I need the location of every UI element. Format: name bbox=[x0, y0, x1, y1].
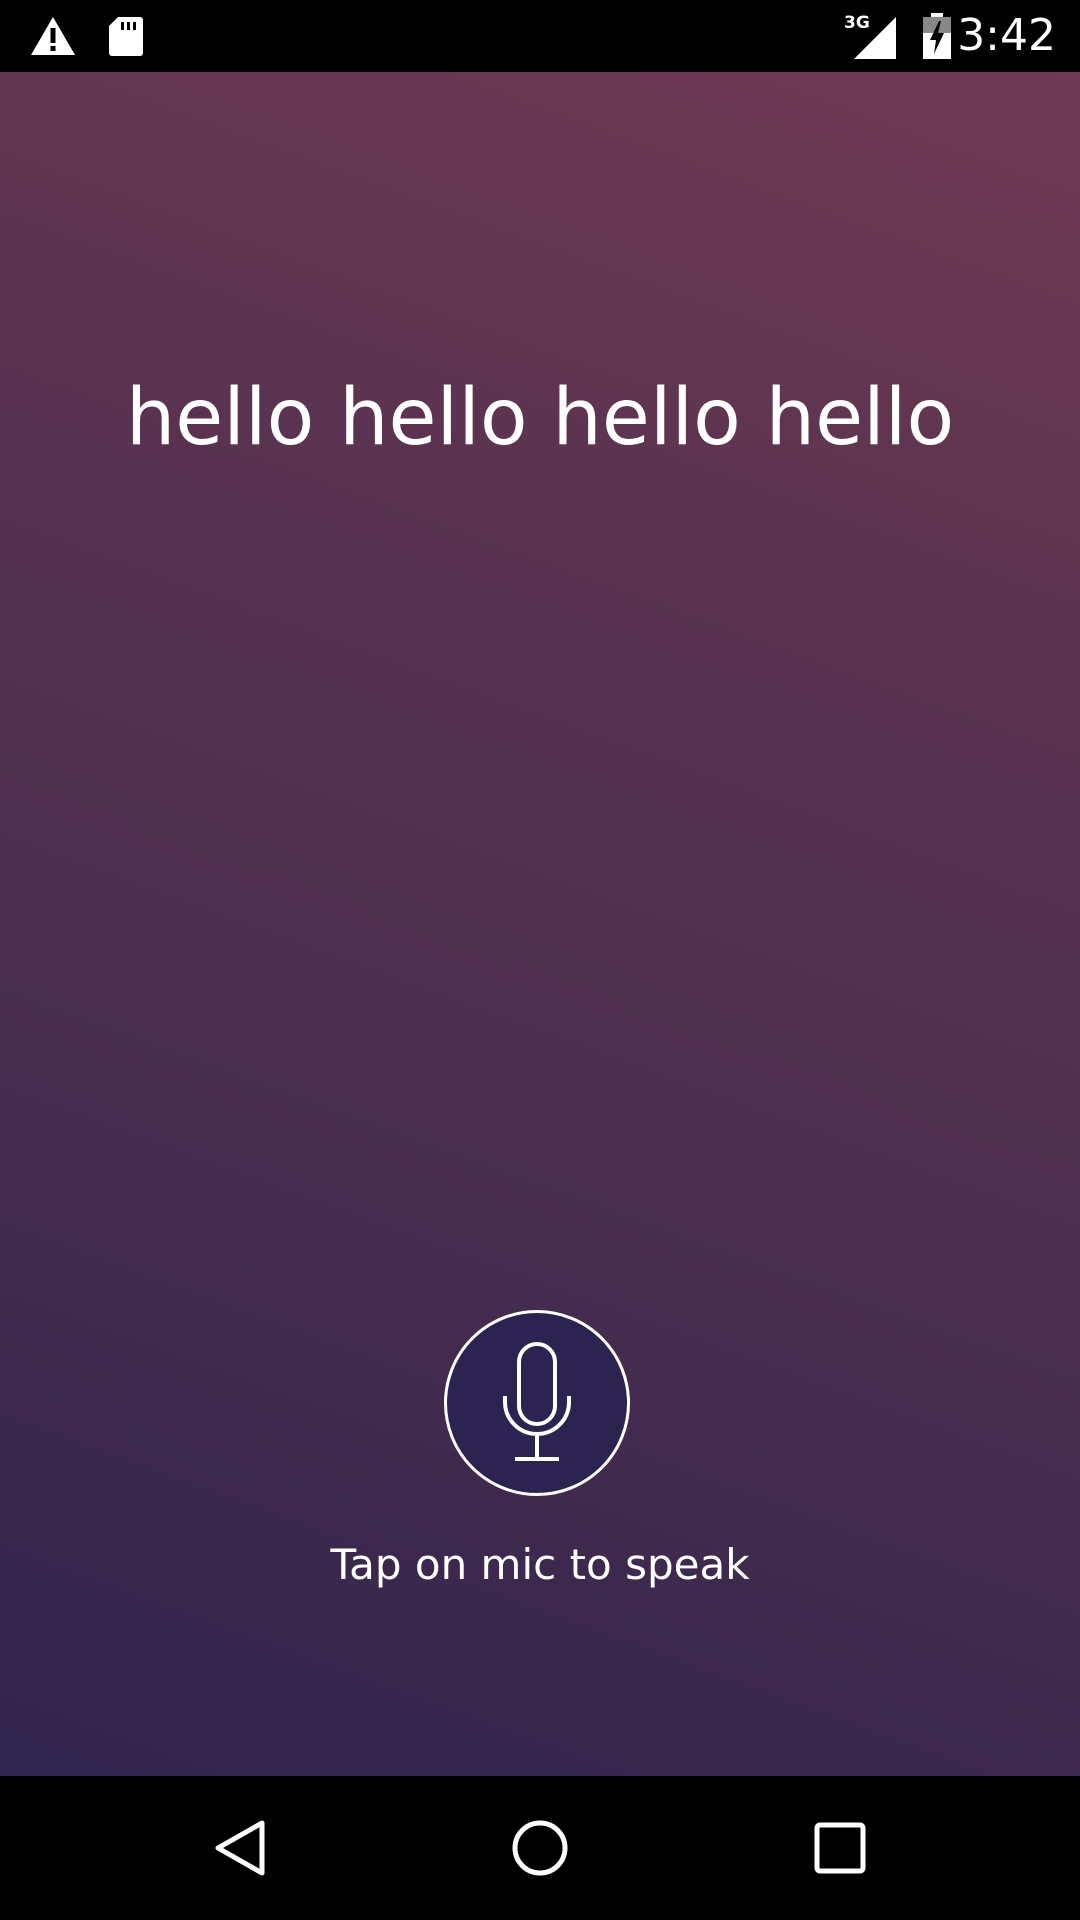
back-icon bbox=[212, 1818, 268, 1878]
microphone-icon bbox=[497, 1338, 577, 1468]
navigation-bar bbox=[0, 1776, 1080, 1920]
home-button[interactable] bbox=[470, 1776, 610, 1920]
status-time: 3:42 bbox=[957, 10, 1056, 61]
back-button[interactable] bbox=[170, 1776, 310, 1920]
voice-main-area: hello hello hello hello Tap on mic to sp… bbox=[0, 72, 1080, 1776]
transcript-text: hello hello hello hello bbox=[125, 373, 955, 463]
sd-card-icon bbox=[106, 0, 146, 72]
home-icon bbox=[510, 1818, 570, 1878]
mic-hint-text: Tap on mic to speak bbox=[330, 1540, 750, 1589]
mic-button[interactable] bbox=[444, 1310, 630, 1496]
screen: 3G 3:42 hello hello hello hello Tap on m… bbox=[0, 0, 1080, 1920]
warning-icon bbox=[28, 0, 78, 72]
signal-icon: 3G bbox=[842, 0, 900, 72]
recents-button[interactable] bbox=[770, 1776, 910, 1920]
recents-icon bbox=[813, 1821, 867, 1875]
network-type-label: 3G bbox=[844, 13, 870, 33]
status-bar: 3G 3:42 bbox=[0, 0, 1080, 72]
battery-charging-icon bbox=[920, 0, 954, 72]
